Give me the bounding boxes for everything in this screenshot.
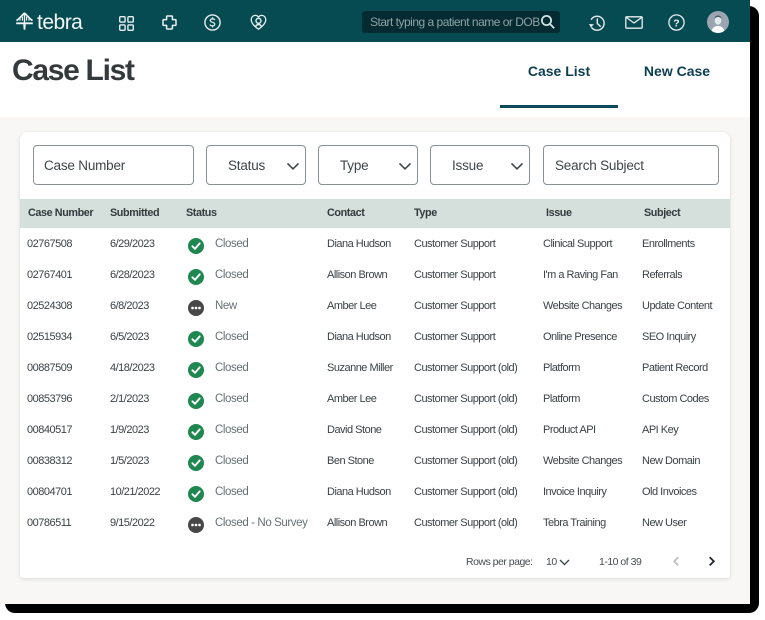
svg-text:?: ? <box>673 17 679 29</box>
